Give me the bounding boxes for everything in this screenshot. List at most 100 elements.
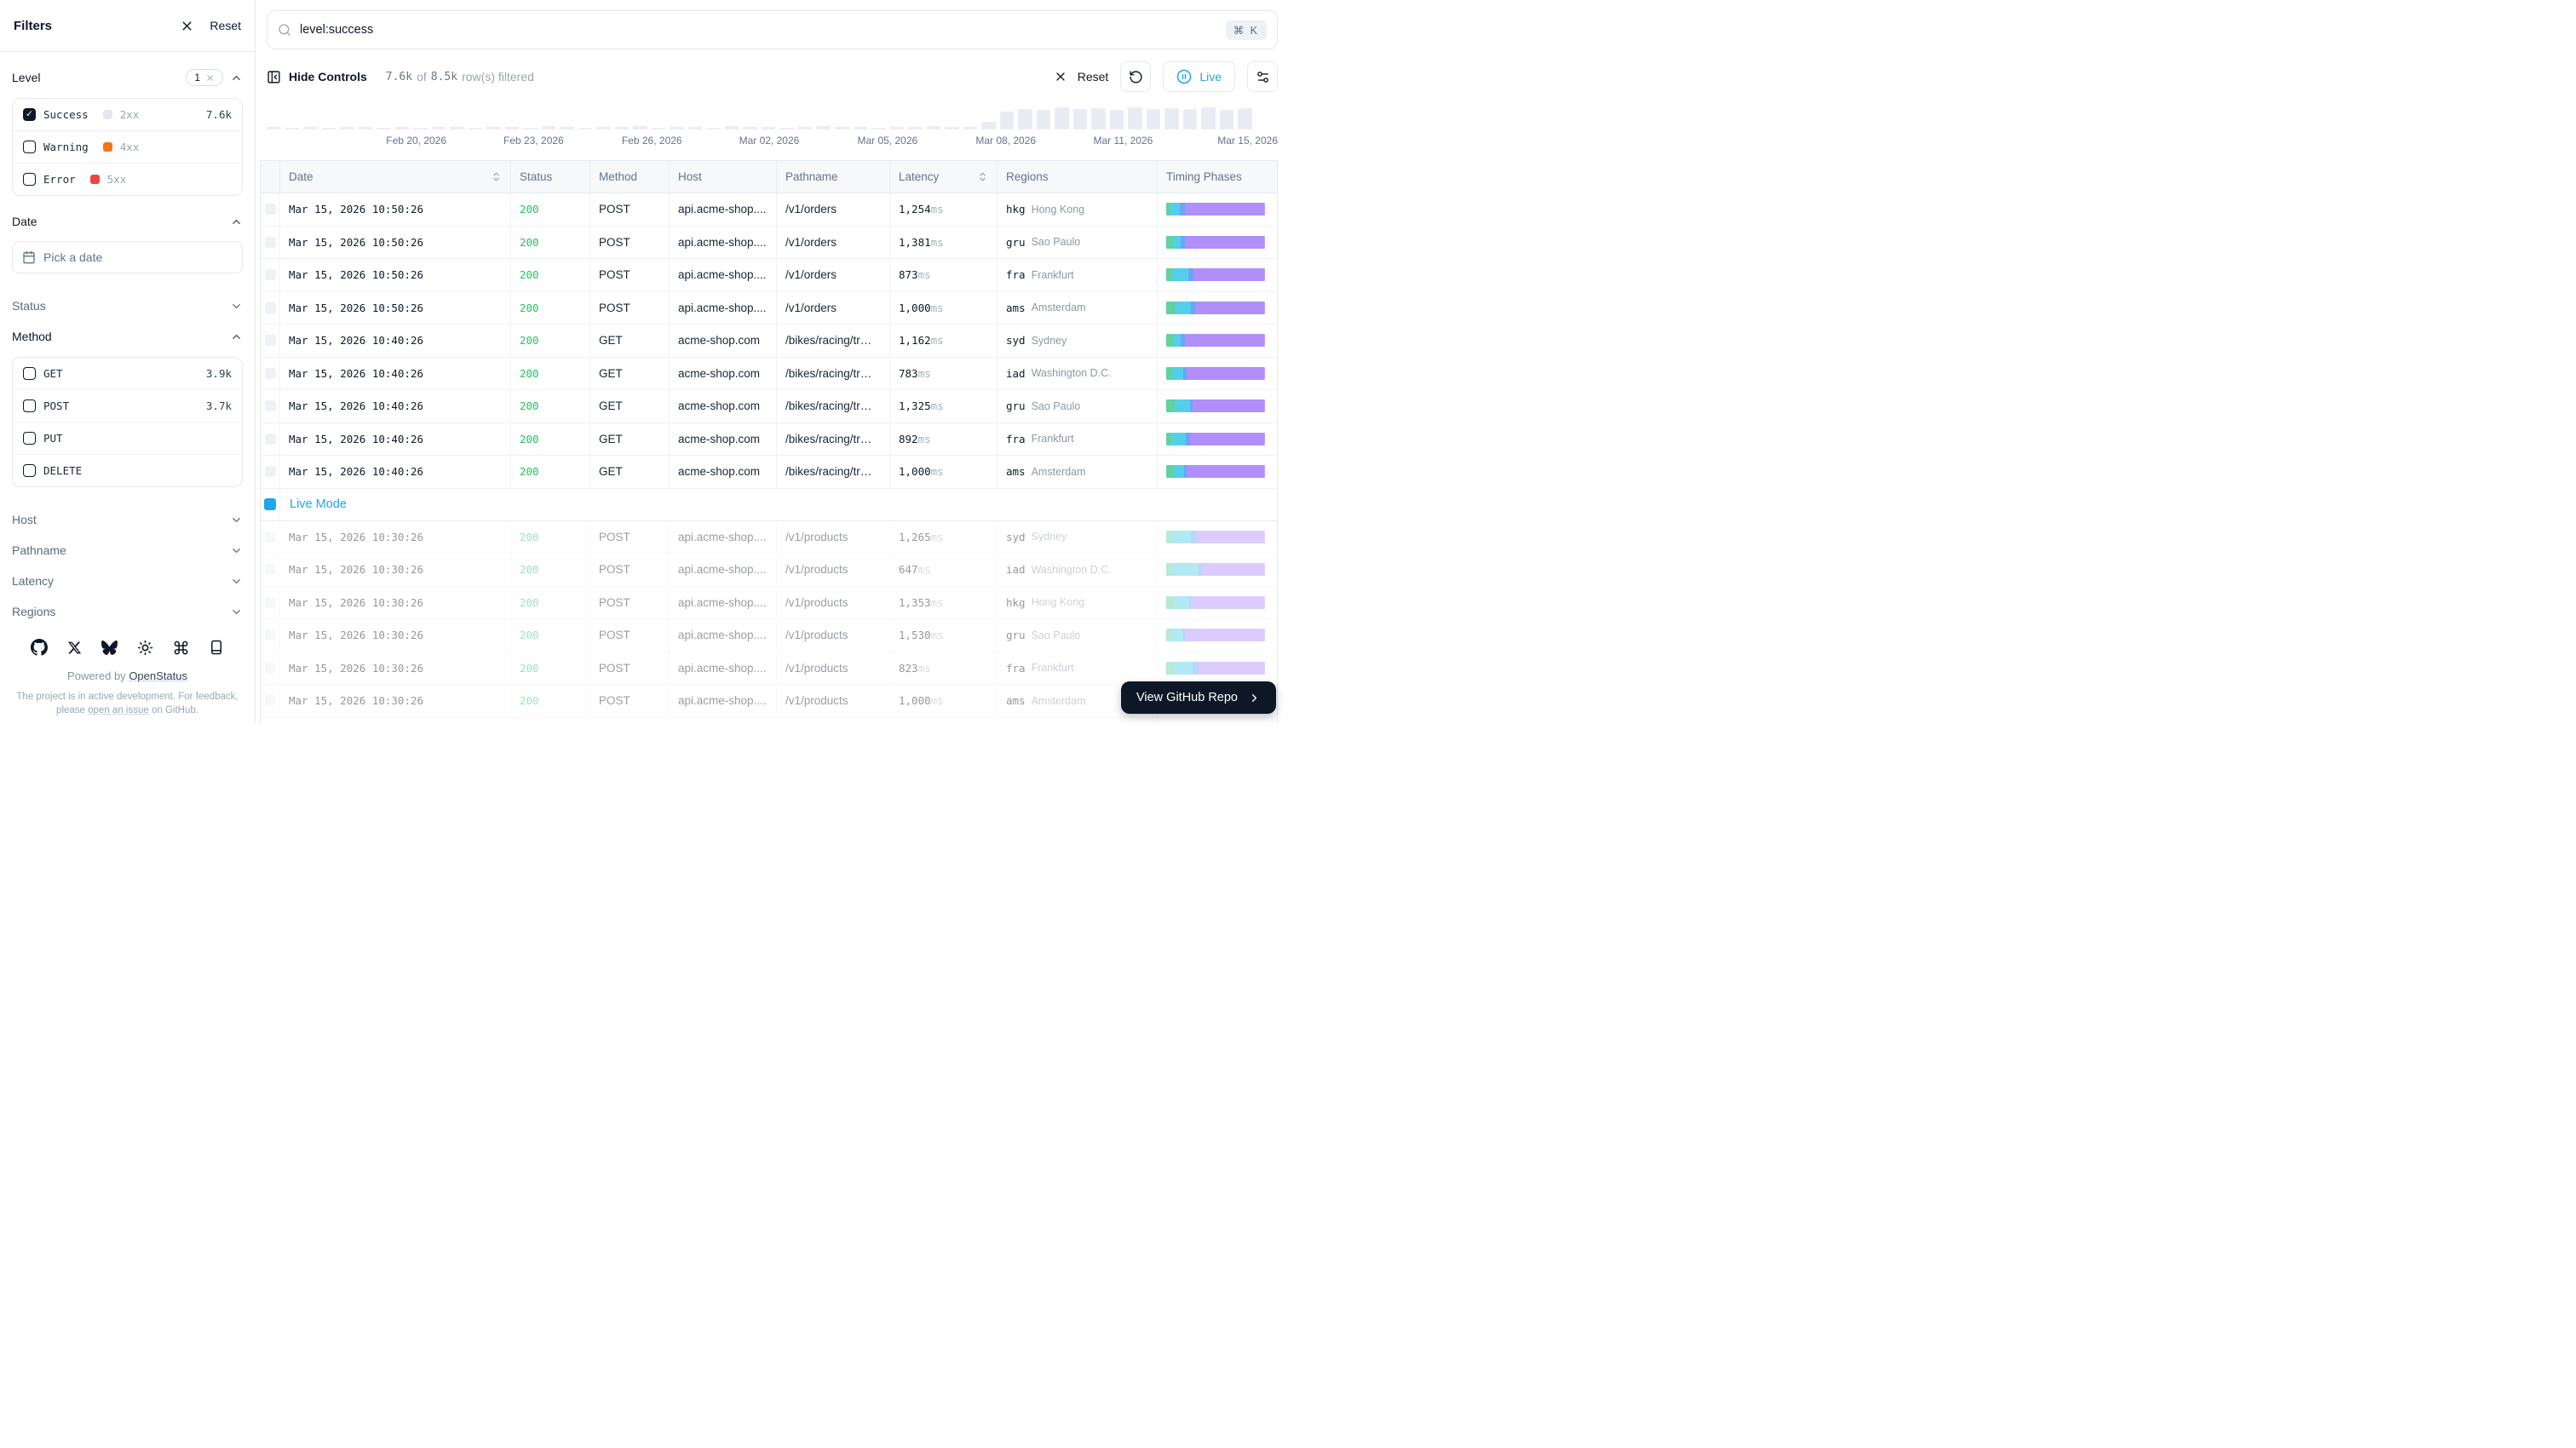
column-header-method[interactable]: Method (590, 161, 670, 192)
histogram-bar[interactable] (596, 127, 611, 129)
x-logo-icon[interactable] (67, 641, 82, 655)
histogram-bar[interactable] (1164, 108, 1179, 129)
table-row[interactable]: Mar 15, 2026 10:40:26200GETacme-shop.com… (261, 423, 1277, 457)
histogram-bar[interactable] (1073, 109, 1088, 129)
histogram-bar[interactable] (267, 127, 281, 129)
row-select-cell[interactable] (261, 456, 280, 488)
row-checkbox[interactable] (265, 532, 276, 543)
histogram-bar[interactable] (340, 127, 354, 129)
command-icon[interactable] (173, 640, 189, 656)
column-header-timing-phases[interactable]: Timing Phases (1158, 161, 1277, 192)
row-checkbox[interactable] (265, 237, 276, 248)
column-header-latency[interactable]: Latency (890, 161, 998, 192)
book-icon[interactable] (209, 640, 224, 655)
histogram-bar[interactable] (743, 127, 757, 129)
histogram-bar[interactable] (871, 128, 886, 129)
table-row[interactable]: Mar 15, 2026 10:40:26200GETacme-shop.com… (261, 325, 1277, 358)
histogram-bar[interactable] (1018, 109, 1032, 129)
method-option-delete[interactable]: DELETE (13, 455, 242, 486)
checkbox-unchecked[interactable] (23, 399, 36, 412)
histogram-bar[interactable] (560, 127, 574, 129)
reset-filters-button[interactable]: Reset (210, 19, 241, 32)
sun-icon[interactable] (137, 640, 153, 656)
checkbox-unchecked[interactable] (23, 464, 36, 477)
histogram-bar[interactable] (395, 127, 410, 129)
histogram-bar[interactable] (779, 128, 794, 129)
open-issue-link[interactable]: open an issue (88, 705, 149, 715)
row-checkbox[interactable] (265, 663, 276, 674)
status-expand-button[interactable] (230, 300, 243, 313)
row-checkbox[interactable] (265, 400, 276, 411)
row-select-cell[interactable] (261, 227, 280, 259)
view-github-repo-button[interactable]: View GitHub Repo (1121, 681, 1276, 714)
table-row[interactable]: Mar 15, 2026 10:30:26200POSTapi.acme-sho… (261, 652, 1277, 686)
github-icon[interactable] (31, 639, 48, 656)
histogram-bar[interactable] (633, 126, 647, 129)
level-option-success[interactable]: ✓Success2xx7.6k (13, 99, 242, 131)
row-select-cell[interactable] (261, 652, 280, 685)
method-option-put[interactable]: PUT (13, 422, 242, 455)
table-row[interactable]: Mar 15, 2026 10:30:26200POSTapi.acme-sho… (261, 619, 1277, 652)
table-row[interactable]: Mar 15, 2026 10:40:26200GETacme-shop.com… (261, 358, 1277, 391)
column-header-host[interactable]: Host (670, 161, 777, 192)
table-row[interactable]: Mar 15, 2026 10:50:26200POSTapi.acme-sho… (261, 227, 1277, 260)
histogram-bar[interactable] (450, 127, 464, 129)
histogram-bar[interactable] (303, 127, 318, 129)
search-input[interactable]: level:success (300, 23, 1217, 37)
table-row[interactable]: Mar 15, 2026 10:50:26200POSTapi.acme-sho… (261, 193, 1277, 227)
histogram-bar[interactable] (706, 128, 721, 129)
row-checkbox[interactable] (265, 564, 276, 575)
row-checkbox[interactable] (265, 335, 276, 346)
level-collapse-button[interactable] (230, 72, 243, 84)
checkbox-unchecked[interactable] (23, 141, 36, 153)
table-row[interactable]: Mar 15, 2026 10:30:26200POSTapi.acme-sho… (261, 521, 1277, 554)
histogram-bar[interactable] (1220, 110, 1234, 129)
sidebar-section-regions[interactable]: Regions (12, 596, 243, 627)
histogram-bar[interactable] (854, 127, 868, 129)
histogram-bar[interactable] (377, 128, 391, 129)
histogram-bar[interactable] (762, 127, 776, 129)
date-collapse-button[interactable] (230, 215, 243, 228)
live-mode-label[interactable]: Live Mode (280, 489, 1277, 520)
row-checkbox[interactable] (265, 269, 276, 280)
histogram-bar[interactable] (432, 127, 446, 129)
row-checkbox[interactable] (265, 302, 276, 313)
refresh-button[interactable] (1120, 61, 1151, 92)
histogram-bar[interactable] (615, 127, 630, 129)
view-settings-button[interactable] (1247, 61, 1278, 92)
histogram-bar[interactable] (652, 128, 666, 129)
histogram-bar[interactable] (1091, 108, 1106, 129)
row-select-cell[interactable] (261, 619, 280, 652)
column-header-pathname[interactable]: Pathname (777, 161, 890, 192)
row-checkbox[interactable] (265, 434, 276, 445)
sidebar-section-pathname[interactable]: Pathname (12, 535, 243, 566)
row-select-cell[interactable] (261, 685, 280, 717)
row-select-cell[interactable] (261, 292, 280, 325)
row-select-cell[interactable] (261, 259, 280, 291)
method-option-post[interactable]: POST3.7k (13, 390, 242, 422)
table-row[interactable]: Mar 15, 2026 10:30:26200POSTapi.acme-sho… (261, 587, 1277, 620)
table-row[interactable]: Mar 15, 2026 10:20:26200POSTapi.acme-sho… (261, 718, 1277, 725)
row-checkbox[interactable] (265, 597, 276, 608)
histogram-bar[interactable] (1055, 107, 1069, 129)
row-checkbox[interactable] (265, 629, 276, 641)
date-picker-input[interactable]: Pick a date (12, 241, 243, 273)
histogram-bar[interactable] (486, 127, 501, 129)
row-select-cell[interactable] (261, 390, 280, 422)
live-mode-row[interactable]: Live Mode (261, 489, 1277, 521)
histogram-bar[interactable] (981, 122, 996, 129)
row-select-cell[interactable] (261, 423, 280, 456)
row-checkbox[interactable] (265, 368, 276, 379)
row-select-cell[interactable] (261, 718, 280, 725)
histogram-bar[interactable] (523, 128, 538, 129)
table-row[interactable]: Mar 15, 2026 10:30:26200POSTapi.acme-sho… (261, 554, 1277, 587)
histogram-bar[interactable] (945, 127, 959, 129)
close-filters-button[interactable] (180, 19, 194, 33)
live-mode-button[interactable]: Live (1163, 61, 1235, 92)
column-header-date[interactable]: Date (280, 161, 511, 192)
row-checkbox[interactable] (265, 204, 276, 215)
row-select-cell[interactable] (261, 521, 280, 554)
row-checkbox[interactable] (265, 695, 276, 706)
row-checkbox[interactable] (265, 466, 276, 477)
histogram-bar[interactable] (927, 126, 941, 129)
